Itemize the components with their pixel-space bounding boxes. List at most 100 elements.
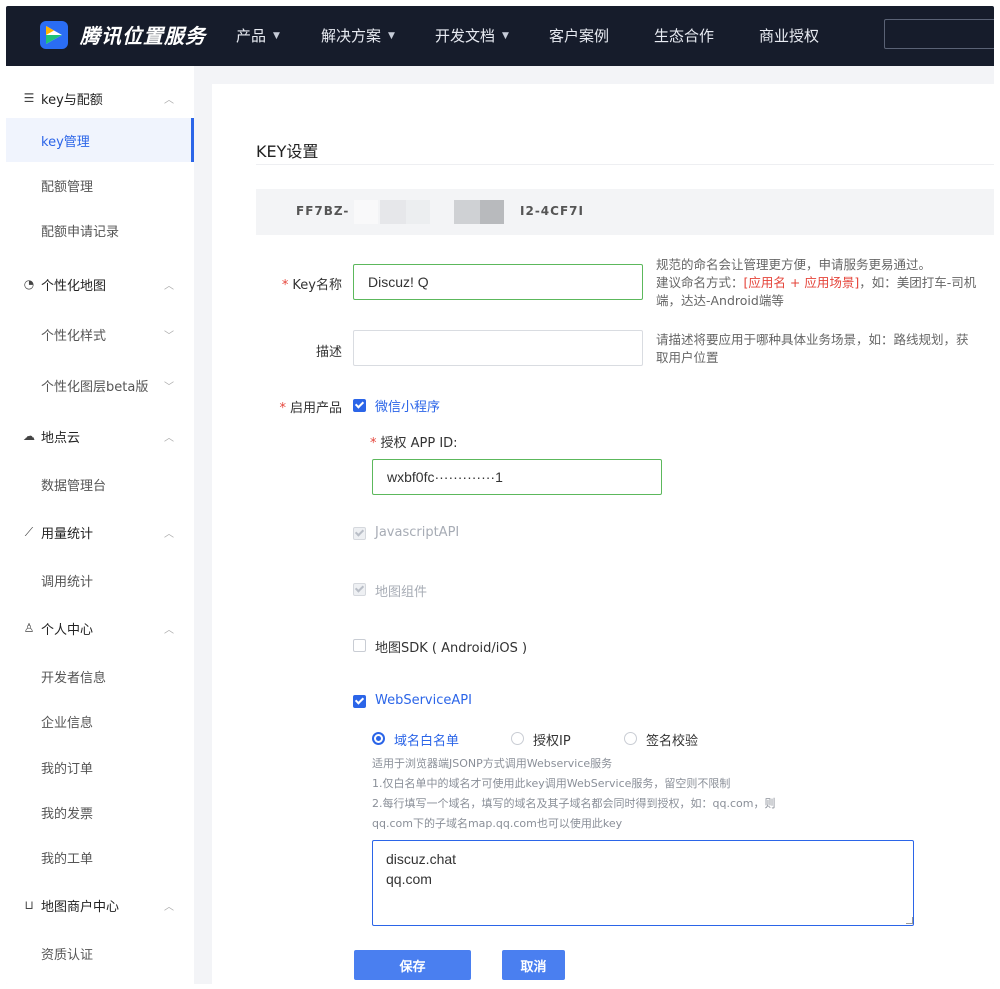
- redaction-mask: [380, 200, 406, 224]
- nav-item-label: 解决方案: [321, 27, 382, 45]
- sidebar-item-key-management[interactable]: key管理: [6, 118, 194, 162]
- sidebar-group-custom-map[interactable]: ◔ 个性化地图 ︿: [6, 264, 194, 304]
- search-input[interactable]: [884, 19, 994, 49]
- sidebar-group-merchant[interactable]: ⊔ 地图商户中心 ︿: [6, 885, 194, 925]
- redaction-mask: [454, 200, 480, 224]
- resize-handle-icon[interactable]: [906, 917, 913, 924]
- sidebar-item-custom-style[interactable]: 个性化样式 ﹀: [6, 312, 194, 356]
- webservice-api-label[interactable]: WebServiceAPI: [375, 693, 472, 708]
- nav-item-licensing[interactable]: 商业授权: [759, 6, 849, 66]
- note-line: qq.com下的子域名map.qq.com也可以使用此key: [372, 817, 623, 830]
- app-window: 腾讯位置服务 产品 ▼ 解决方案 ▼ 开发文档 ▼ 客户案例 生态合作 商业授权 ☰ …: [6, 6, 994, 984]
- chevron-down-icon: ﹀: [164, 381, 174, 393]
- save-button[interactable]: 保存: [354, 950, 471, 980]
- sidebar-item-custom-layer[interactable]: 个性化图层beta版 ﹀: [6, 363, 194, 407]
- key-name-label-text: Key名称: [292, 278, 342, 293]
- sidebar-item-label: 配额管理: [41, 179, 94, 195]
- sidebar-group-place-cloud[interactable]: ☁ 地点云 ︿: [6, 416, 194, 456]
- sidebar-item-label: 个性化图层beta版: [41, 379, 149, 395]
- chevron-down-icon: ▼: [502, 31, 509, 41]
- sidebar-item-label: 调用统计: [41, 574, 94, 590]
- sidebar-item-data-console[interactable]: 数据管理台: [6, 462, 194, 506]
- nav-item-label: 开发文档: [435, 27, 496, 45]
- sidebar-item-label: 我的工单: [41, 851, 94, 867]
- naming-format-highlight: [应用名 + 应用场景]: [743, 275, 860, 290]
- list-icon: ☰: [23, 91, 35, 105]
- required-mark: *: [370, 436, 377, 451]
- sidebar-item-orders[interactable]: 我的订单: [6, 745, 194, 789]
- cart-icon: ⊔: [24, 898, 34, 912]
- products-label: * 启用产品: [262, 397, 342, 416]
- sidebar-item-label: 企业信息: [41, 715, 94, 731]
- palette-icon: ◔: [23, 277, 35, 291]
- key-settings-card: KEY设置 FF7BZ- I2-4CF7I *Key名称 规范的命名会让管理更方…: [212, 84, 994, 984]
- sidebar-group-label: 个性化地图: [41, 278, 107, 294]
- nav-item-cases[interactable]: 客户案例: [549, 6, 654, 66]
- sidebar-item-label: 配额申请记录: [41, 224, 120, 240]
- app-id-input[interactable]: [372, 459, 662, 495]
- main-nav: 产品 ▼ 解决方案 ▼ 开发文档 ▼ 客户案例 生态合作 商业授权: [236, 6, 849, 66]
- tencent-map-logo-icon[interactable]: [40, 21, 68, 49]
- wechat-miniprogram-checkbox[interactable]: [353, 399, 366, 412]
- sidebar-item-tickets[interactable]: 我的工单: [6, 835, 194, 879]
- whitelist-note: 适用于浏览器端JSONP方式调用Webservice服务 1.仅白名单中的域名才…: [372, 754, 932, 834]
- sidebar-item-developer-info[interactable]: 开发者信息: [6, 654, 194, 698]
- nav-item-docs[interactable]: 开发文档 ▼: [435, 6, 549, 66]
- sidebar-item-label: 我的发票: [41, 806, 94, 822]
- nav-item-solutions[interactable]: 解决方案 ▼: [321, 6, 435, 66]
- brand-name[interactable]: 腾讯位置服务: [80, 20, 206, 49]
- hint-text: ，如：美团打车-司机: [859, 275, 977, 290]
- radio-dot: [376, 736, 381, 741]
- redaction-mask: [406, 200, 430, 224]
- javascript-api-checkbox: [353, 527, 366, 540]
- cancel-button[interactable]: 取消: [502, 950, 565, 980]
- domain-whitelist-radio[interactable]: [372, 732, 385, 745]
- nav-item-label: 产品: [236, 27, 267, 45]
- app-id-label: * 授权 APP ID:: [370, 432, 458, 451]
- sidebar-item-label: 开发者信息: [41, 670, 107, 686]
- sidebar-item-company-info[interactable]: 企业信息: [6, 699, 194, 743]
- webservice-api-checkbox[interactable]: [353, 695, 366, 708]
- map-sdk-checkbox[interactable]: [353, 639, 366, 652]
- sidebar-item-call-stats[interactable]: 调用统计: [6, 558, 194, 602]
- nav-item-label: 生态合作: [654, 27, 715, 45]
- wechat-miniprogram-label[interactable]: 微信小程序: [375, 396, 440, 415]
- note-line: 1.仅白名单中的域名才可使用此key调用WebService服务，留空则不限制: [372, 777, 731, 790]
- nav-item-ecosystem[interactable]: 生态合作: [654, 6, 759, 66]
- authorized-ip-label[interactable]: 授权IP: [533, 730, 571, 749]
- page-title: KEY设置: [256, 142, 319, 161]
- sidebar-group-personal[interactable]: ♙ 个人中心 ︿: [6, 608, 194, 648]
- map-component-label: 地图组件: [375, 585, 428, 600]
- authorized-ip-radio[interactable]: [511, 732, 524, 745]
- sidebar-group-usage[interactable]: ⟋ 用量统计 ︿: [6, 512, 194, 552]
- chevron-up-icon: ︿: [164, 901, 174, 913]
- chevron-up-icon: ︿: [164, 94, 174, 106]
- sidebar-item-invoices[interactable]: 我的发票: [6, 790, 194, 834]
- key-name-input[interactable]: [353, 264, 643, 300]
- sidebar-item-quota[interactable]: 配额管理: [6, 163, 194, 207]
- key-name-hint: 规范的命名会让管理更方便，申请服务更易通过。 建议命名方式：[应用名 + 应用场…: [656, 256, 986, 310]
- javascript-api-label: JavascriptAPI: [375, 525, 460, 540]
- top-navbar: 腾讯位置服务 产品 ▼ 解决方案 ▼ 开发文档 ▼ 客户案例 生态合作 商业授权: [6, 6, 994, 66]
- domain-whitelist-label[interactable]: 域名白名单: [394, 730, 459, 749]
- map-sdk-label[interactable]: 地图SDK ( Android/iOS ): [375, 637, 527, 656]
- chart-icon: ⟋: [24, 524, 34, 539]
- app-id-label-text: 授权 APP ID:: [380, 436, 458, 451]
- chevron-down-icon: ﹀: [164, 330, 174, 342]
- map-component-checkbox: [353, 583, 366, 596]
- description-input[interactable]: [353, 330, 643, 366]
- hint-text: 建议命名方式：: [656, 275, 744, 290]
- signature-check-radio[interactable]: [624, 732, 637, 745]
- key-prefix: FF7BZ-: [296, 204, 350, 218]
- cloud-icon: ☁: [23, 429, 35, 443]
- chevron-down-icon: ▼: [273, 31, 280, 41]
- signature-check-label[interactable]: 签名校验: [646, 730, 698, 749]
- divider: [256, 164, 994, 165]
- sidebar-item-quota-requests[interactable]: 配额申请记录: [6, 208, 194, 252]
- nav-item-products[interactable]: 产品 ▼: [236, 6, 321, 66]
- chevron-up-icon: ︿: [164, 432, 174, 444]
- sidebar-group-key[interactable]: ☰ key与配额 ︿: [6, 78, 194, 118]
- chevron-up-icon: ︿: [164, 624, 174, 636]
- domain-whitelist-textarea[interactable]: discuz.chat qq.com: [372, 840, 914, 926]
- sidebar-item-qualification[interactable]: 资质认证: [6, 931, 194, 975]
